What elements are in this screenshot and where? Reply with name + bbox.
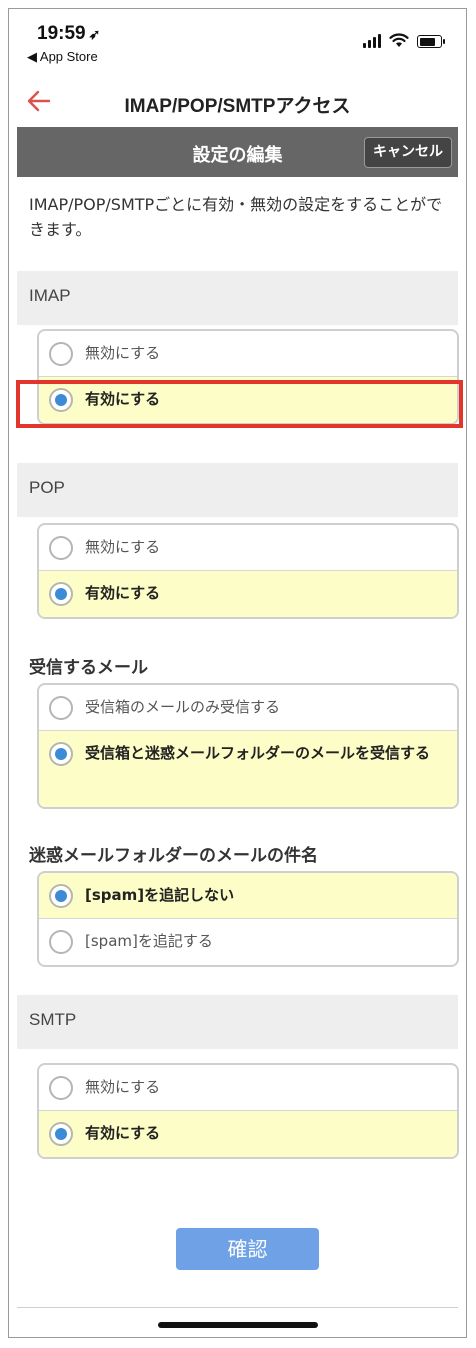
edit-settings-bar: 設定の編集 キャンセル (17, 127, 458, 177)
bottom-divider (17, 1307, 458, 1308)
cancel-button[interactable]: キャンセル (364, 137, 452, 168)
option-label: [spam]を追記する (85, 932, 213, 950)
status-bar: 19:59 ➶ ◀ App Store (9, 9, 466, 69)
receive-inbox-and-spam-option[interactable]: 受信箱と迷惑メールフォルダーのメールを受信する (39, 731, 457, 807)
location-arrow-icon: ➶ (88, 26, 101, 42)
smtp-enable-option[interactable]: 有効にする (39, 1111, 457, 1157)
radio-selected-icon[interactable] (49, 884, 73, 908)
receive-mail-options: 受信箱のメールのみ受信する 受信箱と迷惑メールフォルダーのメールを受信する (37, 683, 459, 809)
option-label: 無効にする (85, 538, 161, 556)
pop-disable-option[interactable]: 無効にする (39, 525, 457, 571)
option-label: [spam]を追記しない (85, 886, 235, 904)
spam-subject-heading: 迷惑メールフォルダーのメールの件名 (29, 846, 318, 866)
navigation-bar: IMAP/POP/SMTPアクセス (9, 77, 466, 127)
pop-enable-option[interactable]: 有効にする (39, 571, 457, 617)
radio-selected-icon[interactable] (49, 742, 73, 766)
spam-subject-options: [spam]を追記しない [spam]を追記する (37, 871, 459, 967)
radio-icon[interactable] (49, 1076, 73, 1100)
back-to-app-store[interactable]: ◀ App Store (27, 49, 98, 65)
imap-section-header: IMAP (17, 271, 458, 325)
radio-icon[interactable] (49, 930, 73, 954)
receive-inbox-only-option[interactable]: 受信箱のメールのみ受信する (39, 685, 457, 731)
radio-selected-icon[interactable] (49, 1122, 73, 1146)
imap-disable-option[interactable]: 無効にする (39, 331, 457, 377)
pop-header-label: POP (29, 478, 65, 497)
radio-icon[interactable] (49, 696, 73, 720)
battery-icon (417, 35, 445, 48)
home-indicator[interactable] (158, 1322, 318, 1328)
phone-frame: 19:59 ➶ ◀ App Store IMAP/POP/SMTPアクセス 設定の… (8, 8, 467, 1338)
option-label: 無効にする (85, 344, 161, 362)
option-label: 無効にする (85, 1078, 161, 1096)
radio-selected-icon[interactable] (49, 582, 73, 606)
pop-options: 無効にする 有効にする (37, 523, 459, 619)
option-label: 受信箱のメールのみ受信する (85, 698, 281, 716)
page-title: IMAP/POP/SMTPアクセス (124, 96, 351, 117)
receive-mail-heading: 受信するメール (29, 658, 148, 678)
radio-icon[interactable] (49, 342, 73, 366)
highlight-annotation-box (16, 380, 463, 428)
smtp-disable-option[interactable]: 無効にする (39, 1065, 457, 1111)
system-icons (363, 33, 445, 48)
smtp-options: 無効にする 有効にする (37, 1063, 459, 1159)
radio-icon[interactable] (49, 536, 73, 560)
time-text: 19:59 (37, 23, 86, 44)
signal-icon (363, 34, 381, 48)
status-time: 19:59 ➶ (37, 23, 100, 45)
spam-add-tag-option[interactable]: [spam]を追記する (39, 919, 457, 965)
pop-section-header: POP (17, 463, 458, 517)
wifi-icon (389, 33, 409, 47)
option-label: 受信箱と迷惑メールフォルダーのメールを受信する (85, 744, 431, 762)
imap-header-label: IMAP (29, 286, 71, 305)
spam-no-tag-option[interactable]: [spam]を追記しない (39, 873, 457, 919)
smtp-header-label: SMTP (29, 1010, 77, 1029)
description-text: IMAP/POP/SMTPごとに有効・無効の設定をすることができます。 (29, 195, 443, 239)
smtp-section-header: SMTP (17, 995, 458, 1049)
confirm-button[interactable]: 確認 (176, 1228, 319, 1270)
option-label: 有効にする (85, 584, 161, 602)
option-label: 有効にする (85, 1124, 161, 1142)
